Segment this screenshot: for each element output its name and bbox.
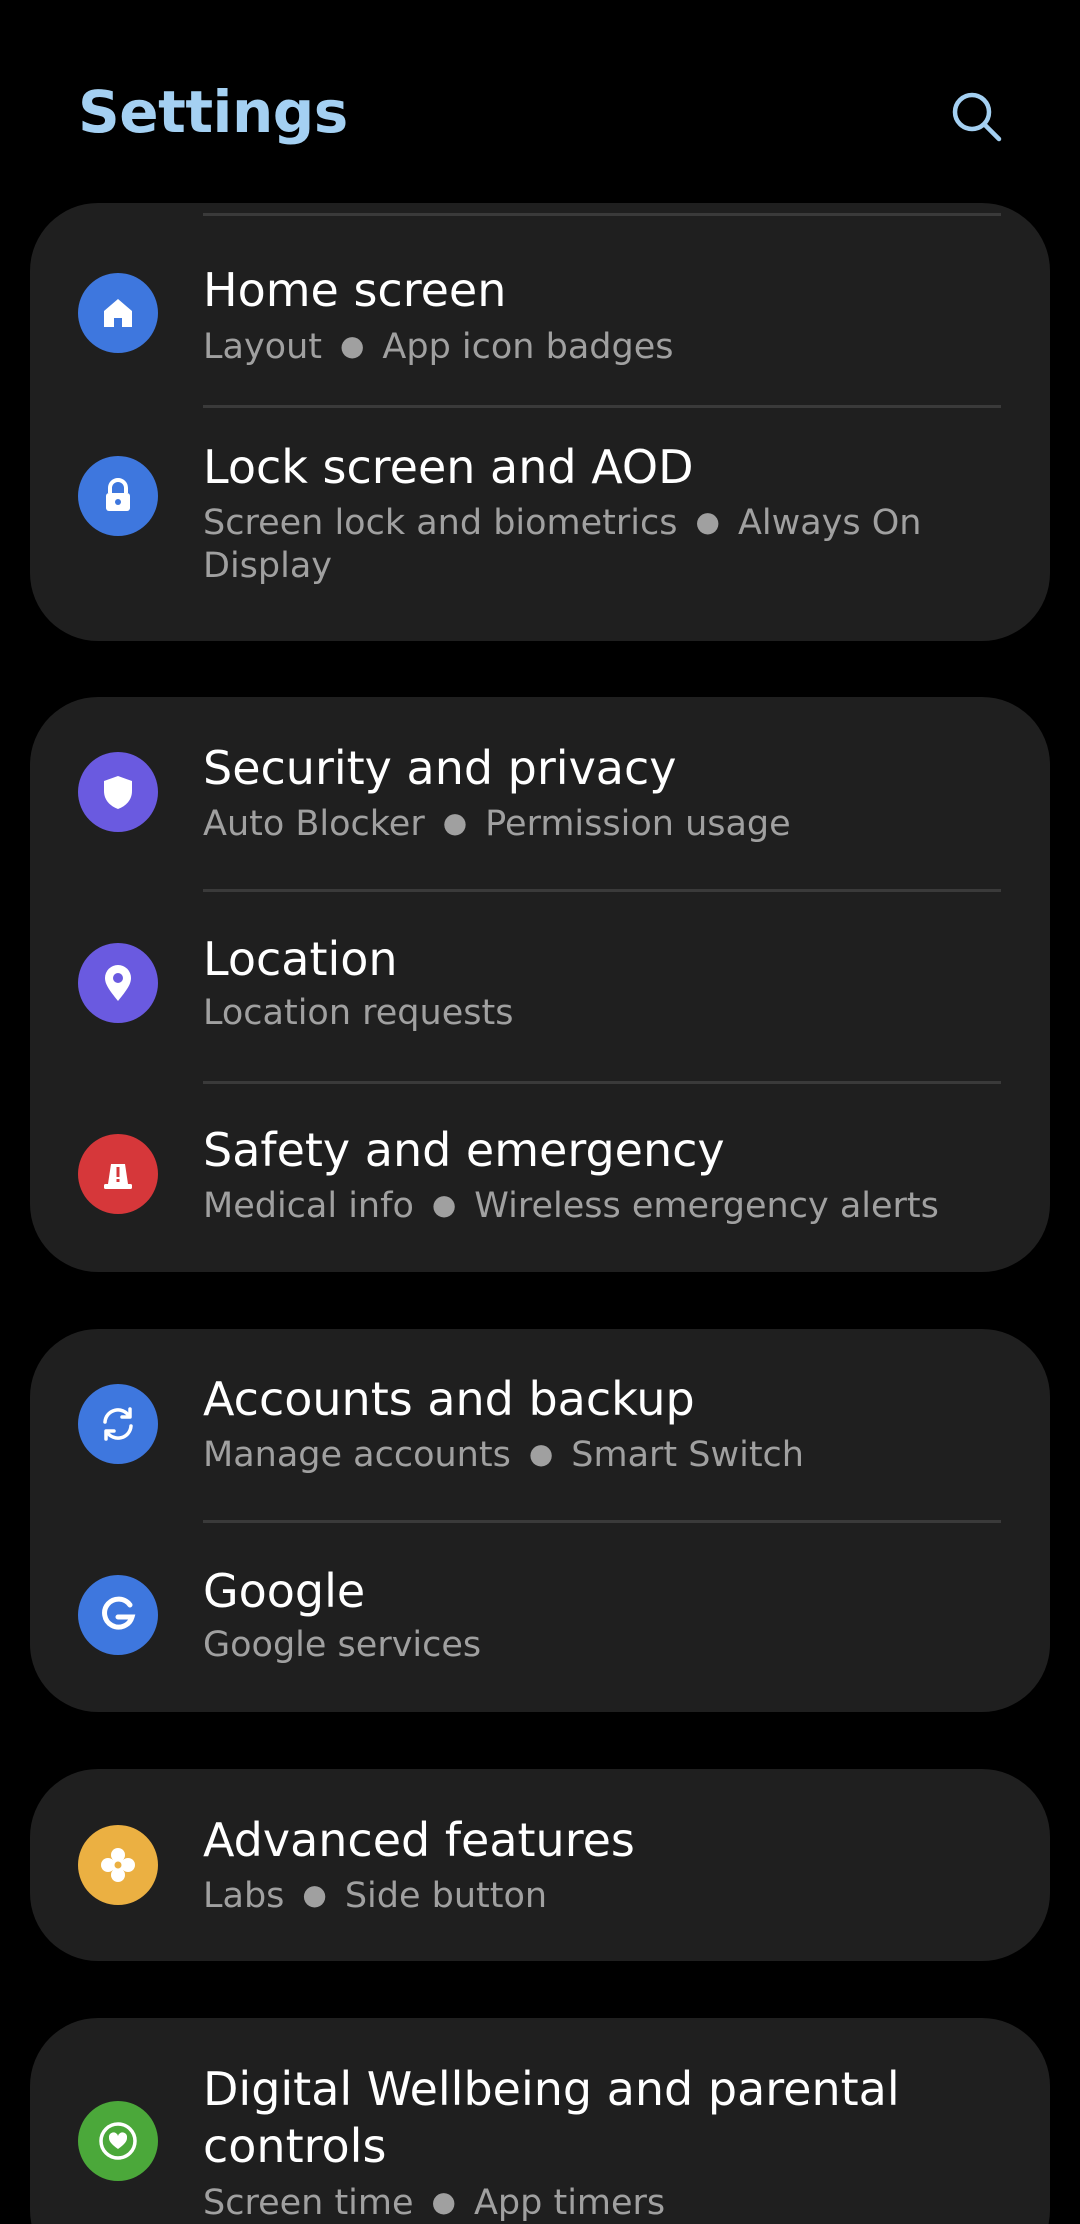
separator-dot: ● bbox=[528, 1437, 554, 1470]
subtitle-part: Smart Switch bbox=[571, 1435, 804, 1475]
settings-item-lock-screen[interactable]: Lock screen and AOD Screen lock and biom… bbox=[30, 408, 1050, 641]
settings-item-security-privacy[interactable]: Security and privacy Auto Blocker ● Permis… bbox=[30, 697, 1050, 890]
item-subtitle: Location requests bbox=[203, 992, 1003, 1035]
item-title: Location bbox=[203, 932, 398, 986]
divider bbox=[203, 213, 1001, 216]
settings-item-google[interactable]: Google Google services bbox=[30, 1523, 1050, 1712]
settings-group-display: Home screen Layout ● App icon badges Lock … bbox=[30, 203, 1050, 641]
subtitle-part: Permission usage bbox=[485, 804, 791, 844]
settings-group-accounts: Accounts and backup Manage accounts ● Smar… bbox=[30, 1329, 1050, 1712]
settings-item-safety-emergency[interactable]: Safety and emergency Medical info ● Wirele… bbox=[30, 1084, 1050, 1272]
item-title: Safety and emergency bbox=[203, 1123, 725, 1177]
settings-screen: Settings Home screen Layout ● App icon bad… bbox=[0, 0, 1080, 2224]
sync-icon bbox=[78, 1384, 158, 1464]
item-subtitle: Labs ● Side button bbox=[203, 1873, 1003, 1918]
subtitle-part: Screen time bbox=[203, 2183, 414, 2223]
subtitle-part: Manage accounts bbox=[203, 1435, 511, 1475]
settings-group-security: Security and privacy Auto Blocker ● Permis… bbox=[30, 697, 1050, 1272]
item-title: Accounts and backup bbox=[203, 1372, 695, 1426]
settings-group-advanced: Advanced features Labs ● Side button bbox=[30, 1769, 1050, 1961]
subtitle-part: Layout bbox=[203, 327, 322, 367]
separator-dot: ● bbox=[695, 505, 720, 538]
subtitle-part: Location requests bbox=[203, 993, 514, 1033]
subtitle-part: Labs bbox=[203, 1876, 285, 1916]
settings-item-digital-wellbeing[interactable]: Digital Wellbeing and parental controls … bbox=[30, 2018, 1050, 2224]
item-title: Digital Wellbeing and parental controls bbox=[203, 2062, 900, 2173]
separator-dot: ● bbox=[442, 806, 468, 839]
heart-ring-icon bbox=[78, 2101, 158, 2181]
item-title: Home screen bbox=[203, 263, 507, 317]
item-subtitle: Layout ● App icon badges bbox=[203, 324, 1003, 369]
item-subtitle: Auto Blocker ● Permission usage bbox=[203, 801, 1003, 846]
google-icon bbox=[78, 1575, 158, 1655]
search-icon bbox=[952, 92, 1002, 142]
item-subtitle: Manage accounts ● Smart Switch bbox=[203, 1432, 1003, 1477]
subtitle-part: Google services bbox=[203, 1625, 482, 1665]
subtitle-part: Auto Blocker bbox=[203, 804, 425, 844]
separator-dot: ● bbox=[302, 1878, 327, 1911]
subtitle-part: App icon badges bbox=[382, 327, 674, 367]
settings-item-location[interactable]: Location Location requests bbox=[30, 892, 1050, 1082]
item-title: Advanced features bbox=[203, 1813, 635, 1867]
emergency-beacon-icon bbox=[78, 1134, 158, 1214]
location-pin-icon bbox=[78, 943, 158, 1023]
subtitle-part: App timers bbox=[473, 2183, 666, 2223]
item-subtitle: Screen lock and biometrics ● Always On Dis… bbox=[203, 500, 1003, 588]
separator-dot: ● bbox=[431, 1188, 457, 1221]
item-title: Lock screen and AOD bbox=[203, 440, 694, 494]
item-title: Security and privacy bbox=[203, 741, 677, 795]
separator-dot: ● bbox=[339, 329, 365, 362]
page-title: Settings bbox=[78, 78, 348, 146]
settings-item-advanced-features[interactable]: Advanced features Labs ● Side button bbox=[30, 1769, 1050, 1961]
subtitle-part: Medical info bbox=[203, 1186, 414, 1226]
subtitle-part: Screen lock and biometrics bbox=[203, 503, 678, 543]
item-subtitle: Google services bbox=[203, 1624, 1003, 1667]
puzzle-gear-icon bbox=[78, 1825, 158, 1905]
search-button[interactable] bbox=[940, 80, 1012, 152]
settings-item-accounts-backup[interactable]: Accounts and backup Manage accounts ● Smar… bbox=[30, 1329, 1050, 1521]
item-subtitle: Medical info ● Wireless emergency alerts bbox=[203, 1183, 1003, 1228]
shield-icon bbox=[78, 752, 158, 832]
header: Settings bbox=[0, 0, 1080, 200]
separator-dot: ● bbox=[431, 2185, 456, 2218]
lock-icon bbox=[78, 456, 158, 536]
item-title: Google bbox=[203, 1564, 366, 1618]
item-subtitle: Screen time ● App timers bbox=[203, 2180, 1003, 2224]
settings-item-home-screen[interactable]: Home screen Layout ● App icon badges bbox=[30, 217, 1050, 407]
settings-group-wellbeing: Digital Wellbeing and parental controls … bbox=[30, 2018, 1050, 2224]
subtitle-part: Side button bbox=[344, 1876, 548, 1916]
subtitle-part: Wireless emergency alerts bbox=[474, 1186, 939, 1226]
home-icon bbox=[78, 273, 158, 353]
